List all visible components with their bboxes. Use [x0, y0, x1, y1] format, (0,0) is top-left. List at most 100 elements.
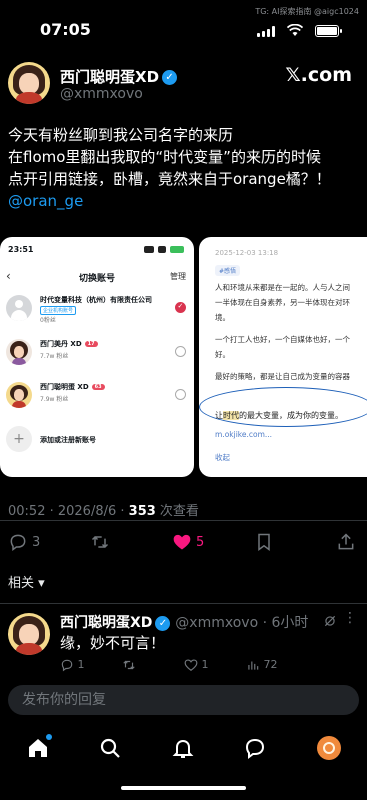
author-avatar[interactable]: [8, 62, 50, 104]
screenshot-manage: 管理: [170, 272, 186, 281]
retweet-icon: [123, 660, 135, 670]
account-followers: 7.9w 粉丝: [40, 396, 69, 403]
like-button[interactable]: 5: [172, 532, 204, 554]
share-button[interactable]: [336, 532, 356, 554]
status-time: 07:05: [40, 20, 91, 39]
tab-notifications[interactable]: [171, 736, 195, 760]
notification-dot: [46, 734, 52, 740]
divider: [0, 603, 367, 604]
retweet-button[interactable]: [90, 532, 110, 554]
reply-icon: [10, 534, 26, 551]
note-line: 最好的策略，都是让自己成为变量的容器: [215, 372, 350, 381]
screenshot-status-icons: [144, 246, 184, 253]
note-line: 一半体现在自身素养，另一半体现在对环: [215, 298, 350, 307]
post-text-line: 点开引用链接，卧槽，竟然来自于orange橘？！: [8, 170, 331, 188]
account-badge: 17: [84, 341, 98, 347]
note-link: m.okjike.com...: [215, 430, 273, 439]
add-account-label: 添加或注册新账号: [40, 436, 96, 444]
reply-avatar[interactable]: [8, 613, 50, 655]
avatar: [6, 295, 32, 321]
unselected-radio-icon: [175, 346, 186, 357]
hand-drawn-circle: [199, 387, 367, 427]
views-count: 353: [128, 504, 156, 519]
media-image-note[interactable]: 2025-12-03 13:18 #感悟 人和环境从来都是在一起的。人与人之间 …: [199, 237, 367, 477]
reply-views-button[interactable]: 72: [246, 658, 278, 672]
wifi-icon: [287, 24, 303, 36]
selected-radio-icon: [175, 302, 186, 313]
avatar: [6, 339, 32, 365]
related-section-toggle[interactable]: 相关 ▾: [8, 572, 45, 591]
heart-filled-icon: [173, 534, 191, 550]
plus-icon: +: [6, 426, 32, 452]
post-text-line: 在flomo里翻出我取的“时代变量”的来历的时候: [8, 148, 321, 166]
battery-icon: [315, 25, 342, 37]
bookmark-button[interactable]: [254, 532, 274, 554]
account-row: 西门聪明蛋 XD 63 7.9w 粉丝: [6, 380, 188, 414]
signal-icon: [257, 26, 275, 37]
tab-profile-avatar[interactable]: [317, 736, 341, 760]
author-name[interactable]: 西门聪明蛋XD ✓: [60, 66, 178, 87]
avatar: [6, 382, 32, 408]
add-account-row: + 添加或注册新账号: [6, 426, 188, 454]
reply-actions: 1 1 72: [60, 658, 360, 676]
reply-icon: [61, 659, 73, 672]
post-text: 今天有粉丝聊到我公司名字的来历 在flomo里翻出我取的“时代变量”的来历的时候…: [8, 124, 363, 212]
tab-messages[interactable]: [243, 736, 267, 760]
account-tag: 企业机构账号: [40, 306, 77, 315]
author-handle[interactable]: @xmmxovo: [60, 86, 143, 102]
account-row: 时代变量科技（杭州）有限责任公司 企业机构账号 0粉丝: [6, 293, 188, 327]
account-name: 时代变量科技（杭州）有限责任公司: [40, 296, 152, 304]
note-date: 2025-12-03 13:18: [215, 249, 279, 257]
home-indicator: [121, 786, 246, 790]
note-quote: 让时代的最大变量，成为你的变量。: [215, 411, 343, 420]
note-line: 境。: [215, 313, 230, 322]
reply-text: 缘，妙不可言！: [60, 634, 166, 652]
post-text-line: 今天有粉丝聊到我公司名字的来历: [8, 126, 234, 144]
x-logo-icon: 𝕏.com: [285, 64, 352, 86]
reply-reply-button[interactable]: 1: [60, 658, 85, 672]
account-followers: 7.7w 粉丝: [40, 353, 69, 360]
account-name: 西门美丹 XD 17: [40, 339, 98, 349]
retweet-icon: [91, 535, 109, 549]
verified-badge-icon: ✓: [162, 70, 178, 85]
screenshot-title: 切换账号: [78, 274, 115, 284]
watermark: TG: AI探索指南 @aigc1024: [255, 7, 359, 16]
tab-search[interactable]: [98, 736, 122, 760]
account-name: 西门聪明蛋 XD 63: [40, 382, 105, 392]
verified-badge-icon: ✓: [155, 615, 171, 631]
reply-retweet-button[interactable]: [122, 658, 136, 672]
bell-icon: [172, 739, 194, 758]
reply-author[interactable]: 西门聪明蛋XD ✓ @xmmxovo · 6小时: [60, 612, 308, 632]
post-media[interactable]: 23:51 ‹ 切换账号 管理 时代变量科技（杭州）有限责任公司 企业机构账号 …: [0, 237, 367, 477]
account-followers: 0粉丝: [40, 317, 56, 324]
views-icon: [248, 661, 259, 670]
heart-icon: [184, 659, 198, 671]
bookmark-icon: [258, 533, 270, 551]
chat-icon: [245, 738, 265, 759]
account-badge: 63: [91, 384, 105, 390]
home-icon: [29, 739, 47, 757]
more-options-icon[interactable]: ⋮: [343, 610, 357, 626]
divider: [0, 520, 367, 521]
unselected-radio-icon: [175, 389, 186, 400]
status-bar: 07:05 TG: AI探索指南 @aigc1024: [0, 0, 367, 44]
screenshot-time: 23:51: [8, 245, 34, 254]
account-row: 西门美丹 XD 17 7.7w 粉丝: [6, 337, 188, 371]
reply-compose[interactable]: [8, 685, 359, 715]
note-line: 一个打工人也好，一个自媒体也好，一个: [215, 335, 350, 344]
note-line: 好。: [215, 350, 230, 359]
post-meta: 00:52 · 2026/8/6 · 353 次查看: [8, 504, 199, 519]
media-image-account-switch[interactable]: 23:51 ‹ 切换账号 管理 时代变量科技（杭州）有限责任公司 企业机构账号 …: [0, 237, 194, 477]
grok-icon[interactable]: [323, 614, 337, 628]
reply-like-button[interactable]: 1: [184, 658, 209, 672]
note-collapse: 收起: [215, 453, 230, 462]
note-line: 人和环境从来都是在一起的。人与人之间: [215, 283, 350, 292]
search-icon: [100, 738, 120, 758]
bottom-tab-bar: [0, 728, 367, 768]
reply-button[interactable]: 3: [8, 532, 40, 554]
mention-link[interactable]: @oran_ge: [8, 190, 363, 212]
share-icon: [338, 533, 354, 550]
tab-home[interactable]: [26, 734, 52, 760]
reply-input[interactable]: [22, 685, 342, 715]
post-actions: 3 5: [0, 526, 367, 560]
